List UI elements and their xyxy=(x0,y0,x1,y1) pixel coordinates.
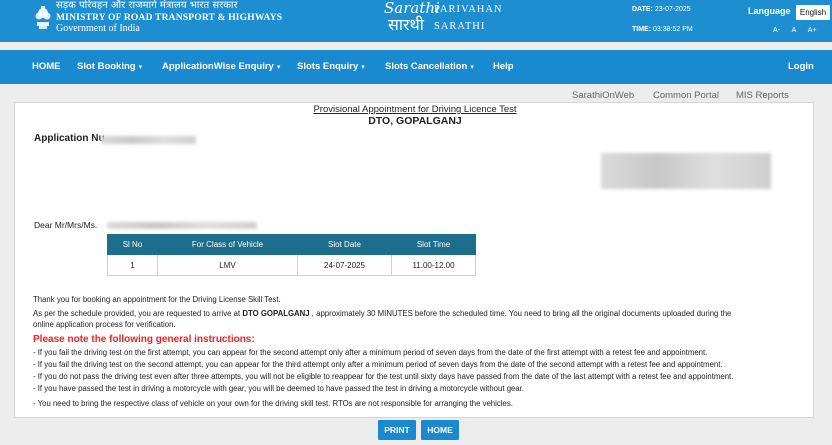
ministry-name: सड़क परिवहन और राजमार्ग मंत्रालय भारत सर… xyxy=(56,1,282,34)
home-button[interactable]: HOME xyxy=(421,420,459,440)
instruction-item: - If you have passed the test in driving… xyxy=(33,384,525,393)
appointment-slip: Provisional Appointment for Driving Lice… xyxy=(14,102,814,418)
language-label: Language xyxy=(748,6,791,16)
nav-slots-cancellation-label: Slots Cancellation xyxy=(385,61,468,72)
schedule-text-pre: As per the schedule provided, you are re… xyxy=(33,309,243,318)
col-slot-date: Slot Date xyxy=(297,234,392,255)
date-value: 23-07-2025 xyxy=(654,6,691,13)
link-common-portal[interactable]: Common Portal xyxy=(653,90,719,101)
cell-sl-no: 1 xyxy=(107,254,158,276)
font-normal-button[interactable]: A xyxy=(792,27,797,34)
schedule-text-line2: online application process for verificat… xyxy=(33,320,176,329)
site-header: सड़क परिवहन और राजमार्ग मंत्रालय भारत सर… xyxy=(0,0,832,42)
national-emblem-icon xyxy=(35,6,51,29)
chevron-down-icon: ▾ xyxy=(470,64,474,71)
col-class-of-vehicle: For Class of Vehicle xyxy=(157,234,298,255)
cell-slot-date: 24-07-2025 xyxy=(297,254,392,276)
nav-applicationwise-enquiry[interactable]: ApplicationWise Enquiry ▾ xyxy=(162,61,280,72)
main-nav: HOME Slot Booking ▾ ApplicationWise Enqui… xyxy=(0,50,832,84)
nav-slot-booking-label: Slot Booking xyxy=(77,61,136,72)
salutation: Dear Mr/Mrs/Ms. xyxy=(34,220,98,230)
table-row: 1 LMV 24-07-2025 11.00-12.00 xyxy=(107,254,476,276)
link-sarathi-online[interactable]: SarathiOnWeb xyxy=(572,90,634,101)
font-increase-button[interactable]: A+ xyxy=(808,27,817,34)
time-label: TIME: xyxy=(632,26,652,33)
cell-slot-time: 11.00-12.00 xyxy=(391,254,476,276)
chevron-down-icon: ▾ xyxy=(361,64,365,71)
nav-slots-cancellation[interactable]: Slots Cancellation ▾ xyxy=(385,61,474,72)
date-label: DATE: xyxy=(632,6,653,13)
instruction-item: - If you fail the driving test on the se… xyxy=(33,360,723,369)
slip-title: Provisional Appointment for Driving Lice… xyxy=(313,104,517,115)
slip-office: DTO, GOPALGANJ xyxy=(368,115,462,127)
nav-slot-booking[interactable]: Slot Booking ▾ xyxy=(77,61,142,72)
thanks-text: Thank you for booking an appointment for… xyxy=(33,295,281,304)
instruction-item: - If you fail the driving test on the fi… xyxy=(33,348,708,357)
print-button[interactable]: PRINT xyxy=(378,420,416,440)
schedule-text-post: , approximately 30 MINUTES before the sc… xyxy=(309,309,732,318)
ministry-english: MINISTRY OF ROAD TRANSPORT & HIGHWAYS xyxy=(56,13,283,23)
font-size-controls: A- A A+ xyxy=(773,27,827,34)
logo-sarathi: SARATHI xyxy=(434,21,486,32)
application-number-label: Application Nu xyxy=(34,133,105,144)
col-slot-time: Slot Time xyxy=(391,234,476,255)
nav-slots-enquiry-label: Slots Enquiry xyxy=(297,61,359,72)
nav-help[interactable]: Help xyxy=(493,61,514,72)
slot-table: Sl No For Class of Vehicle Slot Date Slo… xyxy=(107,234,476,276)
cell-class-of-vehicle: LMV xyxy=(157,254,298,276)
schedule-place: DTO GOPALGANJ xyxy=(242,309,310,318)
logo-script-hindi: सारथी xyxy=(388,15,424,34)
logo-parivahan: PARIVAHAN xyxy=(434,4,503,15)
redacted-application-number xyxy=(101,136,196,144)
logo-script-english: Sarathi xyxy=(384,0,440,17)
current-time: TIME: 03:38:52 PM xyxy=(632,26,693,33)
chevron-down-icon: ▾ xyxy=(276,64,281,71)
chevron-down-icon: ▾ xyxy=(138,64,143,71)
link-mis-reports[interactable]: MIS Reports xyxy=(736,90,789,101)
current-date: DATE: 23-07-2025 xyxy=(632,6,691,13)
redacted-applicant-name xyxy=(107,222,257,229)
nav-login[interactable]: Login xyxy=(788,61,814,72)
instruction-item: - You need to bring the respective class… xyxy=(33,399,513,408)
instructions-heading: Please note the following general instru… xyxy=(33,334,255,345)
schedule-text: As per the schedule provided, you are re… xyxy=(33,309,731,318)
language-select[interactable]: English xyxy=(796,5,830,20)
col-sl-no: Sl No xyxy=(107,234,158,255)
nav-home[interactable]: HOME xyxy=(32,61,61,72)
government-of-india: Government of India xyxy=(56,23,140,34)
slot-table-header: Sl No For Class of Vehicle Slot Date Slo… xyxy=(107,234,476,255)
font-decrease-button[interactable]: A- xyxy=(773,27,780,34)
instruction-item: - If you do not pass the driving test ev… xyxy=(33,372,734,381)
nav-applicationwise-enquiry-label: ApplicationWise Enquiry xyxy=(162,61,274,72)
redacted-applicant-photo xyxy=(601,153,771,189)
nav-slots-enquiry[interactable]: Slots Enquiry ▾ xyxy=(297,61,365,72)
time-value: 03:38:52 PM xyxy=(653,26,693,33)
ministry-hindi: सड़क परिवहन और राजमार्ग मंत्रालय भारत सर… xyxy=(56,0,238,11)
